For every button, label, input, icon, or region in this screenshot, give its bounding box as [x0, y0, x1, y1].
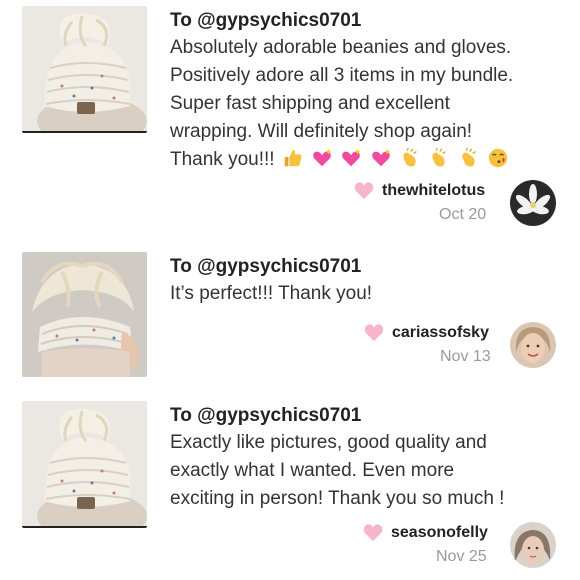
- review-line: Thank you!!!: [170, 149, 275, 170]
- review-date: Nov 13: [440, 348, 491, 365]
- product-thumbnail[interactable]: [22, 401, 147, 528]
- review-date: Nov 25: [436, 548, 487, 565]
- review-text: It’s perfect!!! Thank you!: [170, 280, 562, 308]
- thumbs-up-icon: [284, 149, 302, 167]
- review-recipient: To @gypsychics0701: [170, 10, 362, 31]
- heart-icon[interactable]: [363, 322, 385, 342]
- reviewer-username[interactable]: cariassofsky: [392, 324, 489, 342]
- review-line: exciting in person! Thank you so much !: [170, 488, 505, 509]
- reviewer-avatar[interactable]: [510, 522, 556, 568]
- reviewer-username[interactable]: thewhitelotus: [382, 182, 485, 200]
- review-date: Oct 20: [439, 206, 487, 223]
- reviewer-username[interactable]: seasonofelly: [391, 524, 488, 542]
- kissing-face-icon: [488, 148, 507, 168]
- review-text: Exactly like pictures, good quality and …: [170, 429, 562, 513]
- review-line: Super fast shipping and excellent: [170, 93, 450, 114]
- clapping-hands-icon: [403, 147, 417, 167]
- heart-icon[interactable]: [353, 180, 375, 200]
- review-line: exactly what I wanted. Even more: [170, 460, 455, 481]
- review-recipient: To @gypsychics0701: [170, 256, 362, 277]
- review-recipient: To @gypsychics0701: [170, 405, 362, 426]
- reviewer-avatar[interactable]: [510, 322, 556, 368]
- review-line: Positively adore all 3 items in my bundl…: [170, 65, 514, 86]
- product-thumbnail[interactable]: [22, 6, 147, 133]
- heart-icon[interactable]: [362, 522, 384, 542]
- review-text: Absolutely adorable beanies and gloves. …: [170, 34, 562, 174]
- review-line: Exactly like pictures, good quality and: [170, 432, 487, 453]
- review-line-last: Thank you!!!: [170, 146, 562, 174]
- product-thumbnail[interactable]: [22, 252, 147, 377]
- review-line: It’s perfect!!! Thank you!: [170, 283, 373, 304]
- review-line: wrapping. Will definitely shop again!: [170, 121, 473, 142]
- clapping-hands-icon: [432, 147, 447, 167]
- clapping-hands-icon: [461, 147, 476, 167]
- sparkling-heart-icon: [371, 148, 390, 167]
- sparkling-heart-icon: [313, 148, 332, 167]
- sparkling-heart-icon: [342, 148, 361, 167]
- reviewer-avatar[interactable]: [510, 180, 556, 226]
- emoji-row: [280, 147, 509, 170]
- review-line: Absolutely adorable beanies and gloves.: [170, 37, 512, 58]
